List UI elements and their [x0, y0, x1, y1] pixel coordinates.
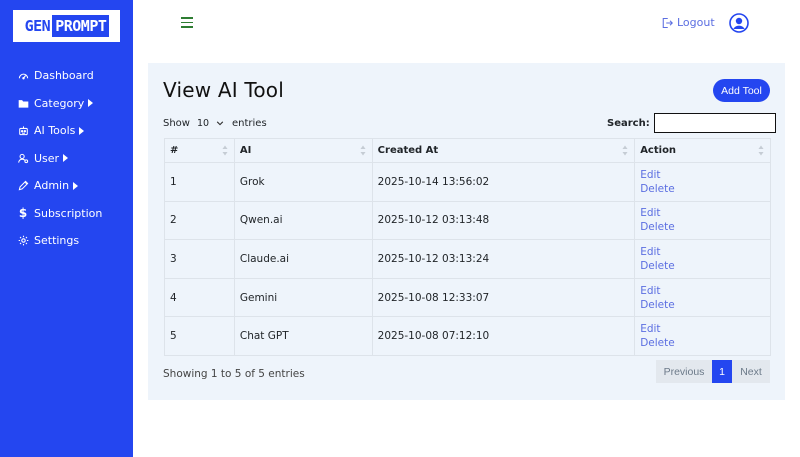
- sort-icon: [758, 145, 764, 156]
- edit-link[interactable]: Edit: [640, 168, 770, 182]
- sidebar-item-label: Admin: [34, 179, 70, 193]
- table-row: 3 Claude.ai 2025-10-12 03:13:24 Edit Del…: [164, 239, 771, 279]
- dollar-icon: $: [18, 206, 28, 221]
- sort-icon: [622, 145, 628, 156]
- show-label: Show: [163, 117, 190, 129]
- entries-select[interactable]: 10: [194, 115, 227, 131]
- top-header: Logout: [133, 0, 800, 47]
- user-gear-icon: [17, 152, 29, 164]
- cell-action: Edit Delete: [634, 200, 771, 241]
- caret-right-icon: [88, 99, 94, 108]
- sidebar-item-label: Subscription: [34, 206, 103, 220]
- sidebar-item-label: Dashboard: [34, 69, 94, 83]
- cell-created-at: 2025-10-12 03:13:48: [371, 200, 636, 241]
- table-row: 5 Chat GPT 2025-10-08 07:12:10 Edit Dele…: [164, 316, 771, 356]
- delete-link[interactable]: Delete: [640, 220, 770, 234]
- edit-link[interactable]: Edit: [640, 206, 770, 220]
- pen-icon: [17, 180, 29, 192]
- gear-icon: [17, 235, 29, 247]
- cell-created-at: 2025-10-08 12:33:07: [371, 277, 636, 318]
- entries-select-value: 10: [196, 117, 210, 129]
- caret-right-icon: [73, 181, 79, 190]
- entries-label: entries: [231, 117, 267, 129]
- sidebar-item-label: User: [34, 151, 60, 165]
- cell-number: 3: [164, 239, 235, 279]
- sidebar-item-user[interactable]: User: [0, 145, 133, 173]
- delete-link[interactable]: Delete: [640, 259, 770, 273]
- sidebar-item-category[interactable]: Category: [0, 90, 133, 118]
- logo[interactable]: GEN PROMPT: [13, 10, 120, 42]
- robot-icon: [17, 125, 29, 137]
- pagination: Previous 1 Next: [656, 360, 770, 383]
- cell-created-at: 2025-10-12 03:13:24: [371, 239, 636, 279]
- sidebar: GEN PROMPT Dashboard Category AI Tools U…: [0, 0, 133, 457]
- cell-ai: Claude.ai: [233, 239, 373, 279]
- column-header-action[interactable]: Action: [634, 138, 771, 163]
- sidebar-item-label: AI Tools: [34, 124, 76, 138]
- next-page-button[interactable]: Next: [732, 360, 770, 383]
- table-row: 2 Qwen.ai 2025-10-12 03:13:48 Edit Delet…: [164, 200, 771, 241]
- search-input[interactable]: [653, 113, 776, 133]
- sidebar-item-subscription[interactable]: $ Subscription: [0, 200, 133, 228]
- cell-number: 2: [164, 200, 235, 241]
- previous-page-button[interactable]: Previous: [656, 360, 712, 383]
- show-entries-control: Show 10 entries: [163, 115, 267, 131]
- delete-link[interactable]: Delete: [640, 182, 770, 196]
- add-tool-button[interactable]: Add Tool: [713, 79, 770, 102]
- cell-ai: Qwen.ai: [233, 200, 373, 241]
- caret-right-icon: [63, 154, 69, 163]
- cell-ai: Gemini: [233, 277, 373, 318]
- edit-link[interactable]: Edit: [640, 245, 770, 259]
- delete-link[interactable]: Delete: [640, 298, 770, 312]
- logout-icon: [662, 17, 673, 28]
- sort-icon: [222, 145, 228, 156]
- sidebar-item-ai-tools[interactable]: AI Tools: [0, 117, 133, 145]
- cell-action: Edit Delete: [634, 239, 771, 279]
- cell-ai: Grok: [233, 162, 373, 202]
- column-header-ai[interactable]: AI: [233, 138, 373, 163]
- cell-number: 4: [164, 277, 235, 318]
- edit-link[interactable]: Edit: [640, 322, 770, 336]
- column-header-created-at[interactable]: Created At: [371, 138, 636, 163]
- sort-icon: [360, 145, 366, 156]
- logo-text-gen: GEN: [24, 17, 51, 35]
- cell-created-at: 2025-10-14 13:56:02: [371, 162, 636, 202]
- chevron-down-icon: [216, 121, 224, 126]
- sidebar-item-settings[interactable]: Settings: [0, 227, 133, 255]
- sidebar-item-label: Category: [34, 96, 85, 110]
- logout-link[interactable]: Logout: [661, 16, 715, 29]
- folder-icon: [17, 97, 29, 109]
- table-row: 1 Grok 2025-10-14 13:56:02 Edit Delete: [164, 162, 771, 202]
- logout-label: Logout: [677, 16, 715, 29]
- caret-right-icon: [79, 126, 85, 135]
- cell-action: Edit Delete: [634, 316, 771, 356]
- ai-tools-table: # AI Created At Action 1 Grok 2025-10-14…: [164, 138, 771, 356]
- sidebar-item-label: Settings: [34, 234, 80, 248]
- page-title: View AI Tool: [163, 78, 285, 102]
- user-avatar-icon[interactable]: [729, 13, 749, 33]
- cell-action: Edit Delete: [634, 162, 771, 202]
- cell-ai: Chat GPT: [233, 316, 373, 356]
- cell-action: Edit Delete: [634, 277, 771, 318]
- cell-created-at: 2025-10-08 07:12:10: [371, 316, 636, 356]
- edit-link[interactable]: Edit: [640, 284, 770, 298]
- cell-number: 1: [164, 162, 235, 202]
- logo-text-prompt: PROMPT: [52, 15, 110, 37]
- table-header-row: # AI Created At Action: [164, 138, 771, 163]
- table-row: 4 Gemini 2025-10-08 12:33:07 Edit Delete: [164, 277, 771, 318]
- table-info: Showing 1 to 5 of 5 entries: [163, 368, 305, 380]
- cell-number: 5: [164, 316, 235, 356]
- search-label: Search:: [607, 117, 650, 129]
- hamburger-menu-icon[interactable]: [181, 17, 193, 28]
- sidebar-nav: Dashboard Category AI Tools User Admin $…: [0, 62, 133, 255]
- search-control: Search:: [607, 113, 776, 133]
- gauge-icon: [17, 70, 29, 82]
- column-header-number[interactable]: #: [164, 138, 235, 163]
- page-1-button[interactable]: 1: [712, 360, 732, 383]
- sidebar-item-dashboard[interactable]: Dashboard: [0, 62, 133, 90]
- delete-link[interactable]: Delete: [640, 336, 770, 350]
- sidebar-item-admin[interactable]: Admin: [0, 172, 133, 200]
